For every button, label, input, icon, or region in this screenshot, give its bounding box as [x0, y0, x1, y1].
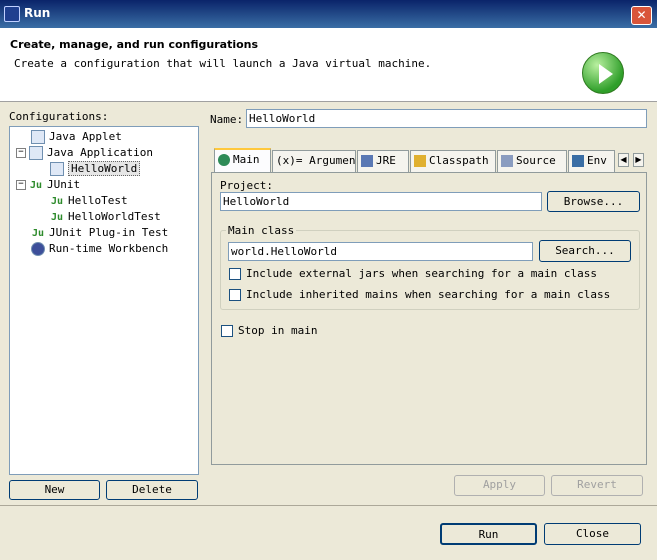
tab-label: Arguments — [309, 154, 356, 167]
main-class-label: Main class — [226, 224, 297, 237]
classpath-icon — [414, 155, 426, 167]
tab-bar: Main (x)= Arguments JRE Classpath Source… — [211, 148, 647, 173]
window-title: Run — [24, 6, 51, 20]
tab-arguments[interactable]: (x)= Arguments — [272, 150, 356, 172]
junit-icon: Ju — [29, 180, 43, 191]
run-window-icon — [4, 6, 20, 22]
header-description: Create a configuration that will launch … — [14, 57, 432, 70]
tree-item-label: Run-time Workbench — [49, 242, 169, 255]
applet-icon — [31, 130, 45, 144]
close-button[interactable]: Close — [544, 523, 641, 545]
stop-in-main-label: Stop in main — [238, 324, 318, 337]
tree-item-label: JUnit — [47, 178, 81, 191]
name-label: Name: — [210, 113, 244, 126]
main-tab-panel: Project: HelloWorld Browse... Main class… — [211, 172, 647, 465]
java-application-icon — [29, 146, 43, 160]
stop-in-main-checkbox[interactable] — [221, 325, 233, 337]
tab-classpath[interactable]: Classpath — [410, 150, 496, 172]
run-icon — [582, 52, 624, 94]
junit-plugin-icon: Ju — [31, 228, 45, 239]
tree-item-java-application[interactable]: − Java Application — [16, 145, 198, 161]
main-tab-icon — [218, 154, 230, 166]
tree-item-helloworld[interactable]: HelloWorld — [50, 161, 198, 177]
source-icon — [501, 155, 513, 167]
tree-item-hellotest[interactable]: Ju HelloTest — [50, 193, 198, 209]
include-inherited-mains-label: Include inherited mains when searching f… — [246, 288, 611, 301]
revert-button[interactable]: Revert — [551, 475, 643, 496]
tab-label: Source — [516, 154, 556, 167]
search-button[interactable]: Search... — [539, 240, 631, 262]
tab-scroll-left-icon[interactable]: ◀ — [618, 153, 629, 167]
close-window-button[interactable]: ✕ — [631, 6, 652, 25]
java-class-icon — [50, 162, 64, 176]
arguments-icon: (x)= — [276, 154, 303, 167]
configurations-tree[interactable]: Java Applet − Java Application HelloWorld… — [9, 126, 199, 475]
tree-item-java-applet[interactable]: Java Applet — [31, 129, 198, 145]
tab-label: Env — [587, 154, 607, 167]
collapse-icon[interactable]: − — [16, 148, 26, 158]
junit-icon: Ju — [50, 196, 64, 207]
dialog-header: Create, manage, and run configurations C… — [0, 28, 657, 102]
separator — [0, 505, 657, 506]
tab-scroll-right-icon[interactable]: ▶ — [633, 153, 644, 167]
configurations-label: Configurations: — [9, 110, 109, 123]
tab-label: Classpath — [429, 154, 489, 167]
tab-jre[interactable]: JRE — [357, 150, 409, 172]
include-external-jars-label: Include external jars when searching for… — [246, 267, 597, 280]
name-input[interactable]: HelloWorld — [246, 109, 647, 128]
browse-button[interactable]: Browse... — [547, 191, 640, 212]
environment-icon — [572, 155, 584, 167]
tab-label: JRE — [376, 154, 396, 167]
tree-item-helloworldtest[interactable]: Ju HelloWorldTest — [50, 209, 198, 225]
project-label: Project: — [220, 179, 273, 192]
project-input[interactable]: HelloWorld — [220, 192, 542, 211]
new-button[interactable]: New — [9, 480, 100, 500]
workbench-icon — [31, 242, 45, 256]
junit-icon: Ju — [50, 212, 64, 223]
collapse-icon[interactable]: − — [16, 180, 26, 190]
tree-item-junit-plugin-test[interactable]: Ju JUnit Plug-in Test — [31, 225, 198, 241]
jre-icon — [361, 155, 373, 167]
delete-button[interactable]: Delete — [106, 480, 198, 500]
tree-item-label: Java Applet — [49, 130, 122, 143]
include-external-jars-checkbox[interactable] — [229, 268, 241, 280]
main-class-input[interactable]: world.HelloWorld — [228, 242, 533, 261]
tree-item-label: HelloWorld — [68, 161, 141, 176]
apply-button[interactable]: Apply — [454, 475, 545, 496]
title-bar: Run ✕ — [0, 0, 657, 28]
tree-item-label: HelloWorldTest — [68, 210, 161, 223]
tree-item-runtime-workbench[interactable]: Run-time Workbench — [31, 241, 198, 257]
tree-item-junit[interactable]: − Ju JUnit — [16, 177, 198, 193]
run-button[interactable]: Run — [440, 523, 537, 545]
tab-environment[interactable]: Env — [568, 150, 615, 172]
header-title: Create, manage, and run configurations — [10, 38, 259, 51]
tab-label: Main — [233, 153, 260, 166]
include-inherited-mains-checkbox[interactable] — [229, 289, 241, 301]
tree-item-label: JUnit Plug-in Test — [49, 226, 169, 239]
tree-item-label: HelloTest — [68, 194, 128, 207]
tab-main[interactable]: Main — [214, 148, 271, 172]
tab-source[interactable]: Source — [497, 150, 567, 172]
tree-item-label: Java Application — [47, 146, 153, 159]
